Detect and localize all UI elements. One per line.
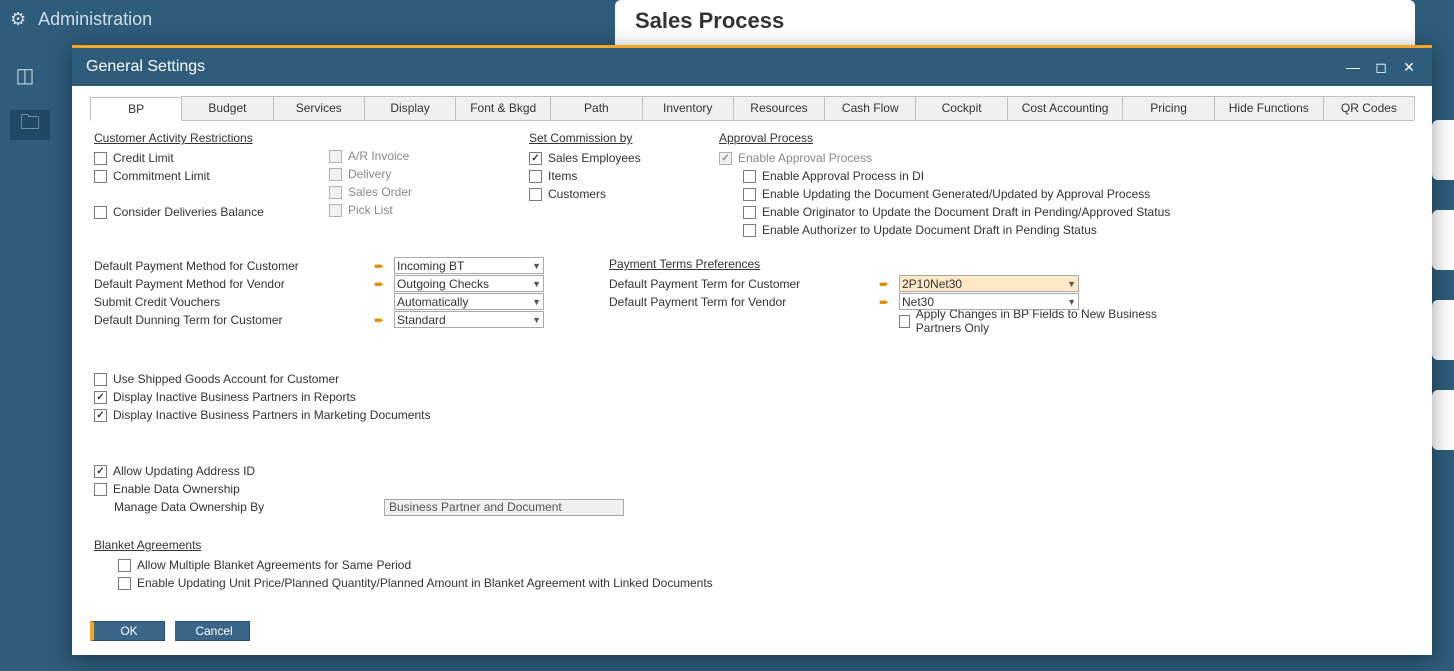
dd-pay-customer[interactable]: Incoming BT▼ <box>394 257 544 274</box>
chk-pick-list <box>329 204 342 217</box>
tab-cost-accounting[interactable]: Cost Accounting <box>1007 96 1124 120</box>
lbl-term-vendor: Default Payment Term for Vendor <box>609 295 879 309</box>
dd-vouchers[interactable]: Automatically▼ <box>394 293 544 310</box>
chk-enable-approval-di[interactable] <box>743 170 756 183</box>
maximize-icon[interactable]: ◻ <box>1372 58 1390 76</box>
minimize-icon[interactable]: — <box>1344 58 1362 76</box>
chk-credit-limit[interactable] <box>94 152 107 165</box>
section-approval: Approval Process <box>719 131 813 145</box>
arrow-icon[interactable]: ➨ <box>374 277 392 291</box>
lbl-manage-ownership: Manage Data Ownership By <box>114 500 384 514</box>
sidebar-box-icon[interactable]: ◫ <box>10 60 40 90</box>
tabstrip: BP Budget Services Display Font & Bkgd P… <box>90 96 1414 121</box>
tab-display[interactable]: Display <box>364 96 456 120</box>
dd-pay-vendor[interactable]: Outgoing Checks▼ <box>394 275 544 292</box>
dd-term-customer[interactable]: 2P10Net30▼ <box>899 275 1079 292</box>
arrow-icon[interactable]: ➨ <box>374 313 392 327</box>
modal-title: General Settings <box>86 58 205 76</box>
tab-cash-flow[interactable]: Cash Flow <box>824 96 916 120</box>
tab-budget[interactable]: Budget <box>181 96 273 120</box>
tab-qr-codes[interactable]: QR Codes <box>1323 96 1415 120</box>
chk-use-shipped[interactable] <box>94 373 107 386</box>
chk-enable-update-doc[interactable] <box>743 188 756 201</box>
chk-enable-originator[interactable] <box>743 206 756 219</box>
chk-customers[interactable] <box>529 188 542 201</box>
lbl-pay-vendor: Default Payment Method for Vendor <box>94 277 374 291</box>
tab-inventory[interactable]: Inventory <box>642 96 734 120</box>
arrow-icon[interactable]: ➨ <box>879 277 897 291</box>
arrow-icon[interactable]: ➨ <box>374 259 392 273</box>
gear-icon: ⚙ <box>10 9 26 30</box>
tab-path[interactable]: Path <box>550 96 642 120</box>
chk-sales-employees[interactable] <box>529 152 542 165</box>
tab-hide-functions[interactable]: Hide Functions <box>1214 96 1324 120</box>
section-customer-activity: Customer Activity Restrictions <box>94 131 253 145</box>
chk-ar-invoice <box>329 150 342 163</box>
chk-apply-changes[interactable] <box>899 315 910 328</box>
lbl-dunning: Default Dunning Term for Customer <box>94 313 374 327</box>
arrow-icon[interactable]: ➨ <box>879 295 897 309</box>
chk-delivery <box>329 168 342 181</box>
tab-bp[interactable]: BP <box>90 97 182 121</box>
section-set-commission: Set Commission by <box>529 131 632 145</box>
tab-services[interactable]: Services <box>273 96 365 120</box>
chk-consider-deliveries[interactable] <box>94 206 107 219</box>
breadcrumb-text: Sales Process <box>635 8 1395 34</box>
right-panel-tab-1[interactable] <box>1432 120 1454 180</box>
chk-enable-authorizer[interactable] <box>743 224 756 237</box>
tab-cockpit[interactable]: Cockpit <box>915 96 1007 120</box>
txt-manage-ownership: Business Partner and Document <box>384 499 624 516</box>
breadcrumb-tile: Sales Process <box>615 0 1415 45</box>
cancel-button[interactable]: Cancel <box>175 621 250 641</box>
section-blanket: Blanket Agreements <box>94 538 201 552</box>
dd-term-vendor[interactable]: Net30▼ <box>899 293 1079 310</box>
chk-enable-data-ownership[interactable] <box>94 483 107 496</box>
chk-items[interactable] <box>529 170 542 183</box>
lbl-pay-customer: Default Payment Method for Customer <box>94 259 374 273</box>
page-title: Administration <box>38 9 152 30</box>
sidebar-folder-icon[interactable]: 🗀 <box>10 110 50 140</box>
chk-inactive-reports[interactable] <box>94 391 107 404</box>
lbl-vouchers: Submit Credit Vouchers <box>94 295 374 309</box>
tab-resources[interactable]: Resources <box>733 96 825 120</box>
section-payment-terms: Payment Terms Preferences <box>609 257 760 271</box>
chk-enable-update-price[interactable] <box>118 577 131 590</box>
ok-button[interactable]: OK <box>90 621 165 641</box>
tab-font-bkgd[interactable]: Font & Bkgd <box>455 96 551 120</box>
tab-pricing[interactable]: Pricing <box>1122 96 1214 120</box>
chk-sales-order <box>329 186 342 199</box>
right-panel-tab-2[interactable] <box>1432 210 1454 270</box>
dd-dunning[interactable]: Standard▼ <box>394 311 544 328</box>
chk-allow-multiple-blanket[interactable] <box>118 559 131 572</box>
right-panel-tab-3[interactable] <box>1432 300 1454 360</box>
right-panel-tab-4[interactable] <box>1432 390 1454 450</box>
lbl-term-customer: Default Payment Term for Customer <box>609 277 879 291</box>
chk-enable-approval <box>719 152 732 165</box>
chk-commitment-limit[interactable] <box>94 170 107 183</box>
general-settings-modal: General Settings — ◻ ✕ BP Budget Service… <box>72 45 1432 655</box>
close-icon[interactable]: ✕ <box>1400 58 1418 76</box>
chk-inactive-marketing[interactable] <box>94 409 107 422</box>
chk-allow-update-addr[interactable] <box>94 465 107 478</box>
